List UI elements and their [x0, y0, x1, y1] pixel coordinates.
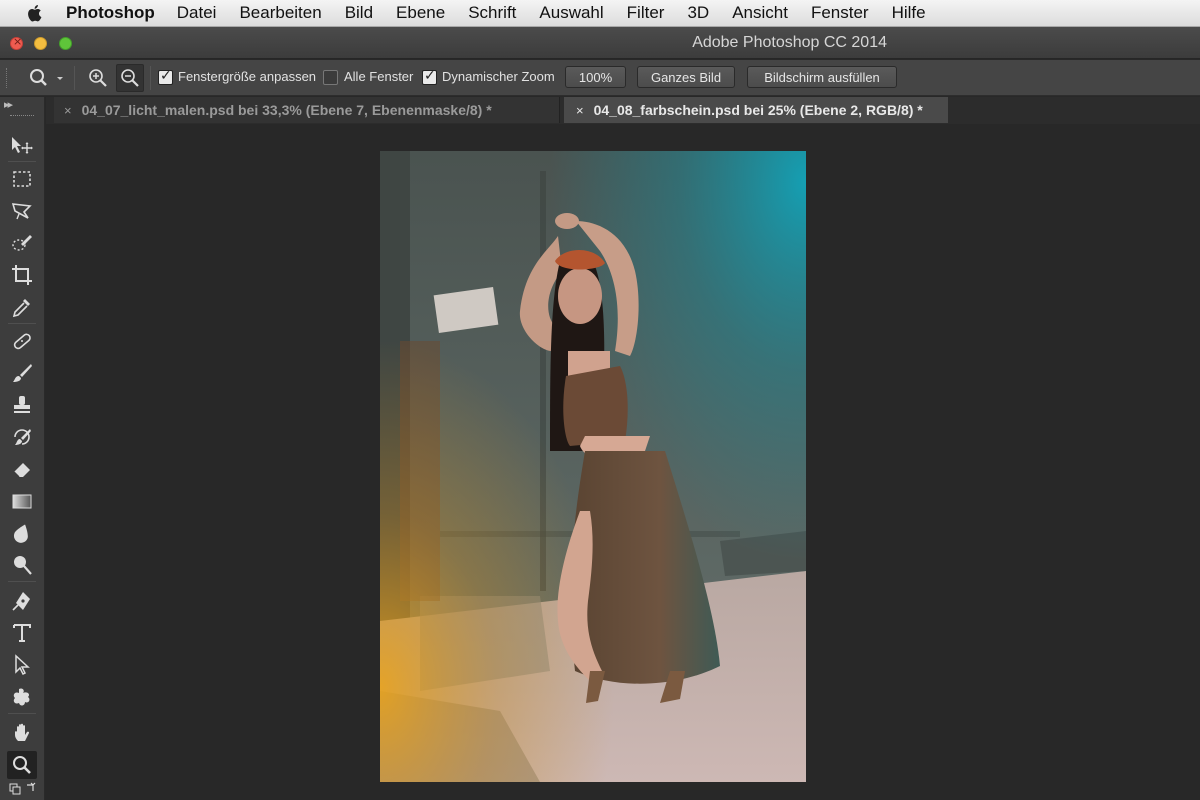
arrow-pointer-icon: [15, 654, 30, 676]
eyedropper-icon: [12, 299, 30, 318]
zoom-in-icon: [89, 69, 107, 87]
scrubby-zoom-checkbox[interactable]: ✓: [422, 68, 437, 85]
window-title: Adobe Photoshop CC 2014: [692, 34, 887, 51]
hand-tool[interactable]: [7, 719, 37, 747]
menu-3d[interactable]: 3D: [687, 3, 709, 23]
divider: [150, 66, 151, 90]
polygonal-lasso-icon: [11, 203, 32, 220]
dancer-photo: [380, 151, 806, 782]
bandage-icon: [13, 333, 31, 350]
magnifier-icon: [13, 756, 31, 774]
marquee-tool[interactable]: [7, 165, 37, 193]
tools-panel: ▸▸: [0, 97, 45, 800]
document-canvas[interactable]: [380, 151, 806, 782]
tools-panel-grip[interactable]: [10, 115, 34, 118]
resize-windows-checkbox[interactable]: ✓: [158, 68, 173, 85]
menu-app-name[interactable]: Photoshop: [66, 3, 155, 23]
lasso-tool[interactable]: [7, 197, 37, 225]
document-tab-active[interactable]: × 04_08_farbschein.psd bei 25% (Ebene 2,…: [564, 97, 948, 123]
history-brush-icon: [14, 429, 31, 445]
options-bar-grip[interactable]: [6, 68, 10, 88]
brush-tool[interactable]: [7, 359, 37, 387]
pen-icon: [12, 592, 30, 611]
tab-label: 04_08_farbschein.psd bei 25% (Ebene 2, R…: [593, 102, 923, 118]
resize-windows-label: Fenstergröße anpassen: [178, 69, 317, 84]
menu-hilfe[interactable]: Hilfe: [892, 3, 926, 23]
document-tabbar: × 04_07_licht_malen.psd bei 33,3% (Ebene…: [46, 97, 1200, 124]
pen-tool[interactable]: [7, 587, 37, 615]
menu-datei[interactable]: Datei: [177, 3, 217, 23]
quick-selection-tool[interactable]: [7, 229, 37, 257]
all-windows-label: Alle Fenster: [344, 69, 414, 84]
menu-bild[interactable]: Bild: [345, 3, 373, 23]
blur-drop-icon: [13, 524, 28, 543]
menu-fenster[interactable]: Fenster: [811, 3, 869, 23]
divider: [74, 66, 75, 90]
zoom-out-button[interactable]: [116, 64, 144, 92]
divider: [8, 713, 36, 714]
gradient-tool[interactable]: [7, 487, 37, 515]
dodge-icon: [14, 556, 32, 575]
menubar: Photoshop Datei Bearbeiten Bild Ebene Sc…: [0, 0, 1200, 27]
menu-schrift[interactable]: Schrift: [468, 3, 516, 23]
swap-colors-icon: [9, 782, 36, 795]
history-brush-tool[interactable]: [7, 423, 37, 451]
healing-brush-tool[interactable]: [7, 327, 37, 355]
gradient-icon: [12, 494, 32, 509]
close-tab-icon[interactable]: ×: [576, 103, 584, 118]
path-selection-tool[interactable]: [7, 651, 37, 679]
window-titlebar[interactable]: × Adobe Photoshop CC 2014: [0, 27, 1200, 59]
dodge-tool[interactable]: [7, 551, 37, 579]
crop-icon: [12, 265, 32, 285]
quick-selection-icon: [12, 235, 32, 251]
color-swatches[interactable]: [7, 781, 37, 799]
divider: [8, 161, 36, 162]
menu-bearbeiten[interactable]: Bearbeiten: [239, 3, 321, 23]
zoom-100-button[interactable]: 100%: [565, 66, 626, 88]
blur-tool[interactable]: [7, 519, 37, 547]
menu-ansicht[interactable]: Ansicht: [732, 3, 788, 23]
tool-preset-picker[interactable]: [24, 66, 68, 90]
hand-icon: [15, 723, 30, 741]
eraser-tool[interactable]: [7, 455, 37, 483]
menu-ebene[interactable]: Ebene: [396, 3, 445, 23]
all-windows-checkbox[interactable]: [323, 70, 338, 85]
expand-panel-icon[interactable]: ▸▸: [4, 98, 13, 111]
custom-shape-icon: [13, 688, 30, 706]
eyedropper-tool[interactable]: [7, 293, 37, 321]
stamp-icon: [14, 396, 30, 413]
divider: [8, 323, 36, 324]
checkmark-icon: ✓: [160, 68, 172, 84]
zoom-in-button[interactable]: [86, 66, 110, 90]
rectangular-marquee-icon: [13, 171, 31, 187]
apple-logo-icon[interactable]: [26, 4, 42, 22]
brush-icon: [13, 364, 32, 382]
crop-tool[interactable]: [7, 261, 37, 289]
move-icon: [12, 137, 33, 154]
options-bar: ✓ Fenstergröße anpassen Alle Fenster ✓ D…: [0, 60, 1200, 96]
menu-filter[interactable]: Filter: [627, 3, 665, 23]
tab-label: 04_07_licht_malen.psd bei 33,3% (Ebene 7…: [81, 102, 492, 118]
fill-screen-button[interactable]: Bildschirm ausfüllen: [747, 66, 897, 88]
move-tool[interactable]: [7, 131, 37, 159]
zoom-tool[interactable]: [7, 751, 37, 779]
type-tool[interactable]: [7, 619, 37, 647]
menu-auswahl[interactable]: Auswahl: [539, 3, 603, 23]
fit-screen-button[interactable]: Ganzes Bild: [637, 66, 735, 88]
document-tab[interactable]: × 04_07_licht_malen.psd bei 33,3% (Ebene…: [54, 97, 560, 123]
zoom-out-icon: [121, 69, 139, 87]
divider: [8, 581, 36, 582]
scrubby-zoom-label: Dynamischer Zoom: [442, 69, 555, 84]
close-tab-icon[interactable]: ×: [64, 103, 72, 118]
checkmark-icon: ✓: [424, 68, 436, 84]
zoom-preset-icon: [30, 69, 63, 86]
shape-tool[interactable]: [7, 683, 37, 711]
text-t-icon: [13, 624, 31, 642]
eraser-icon: [13, 463, 30, 478]
clone-stamp-tool[interactable]: [7, 391, 37, 419]
